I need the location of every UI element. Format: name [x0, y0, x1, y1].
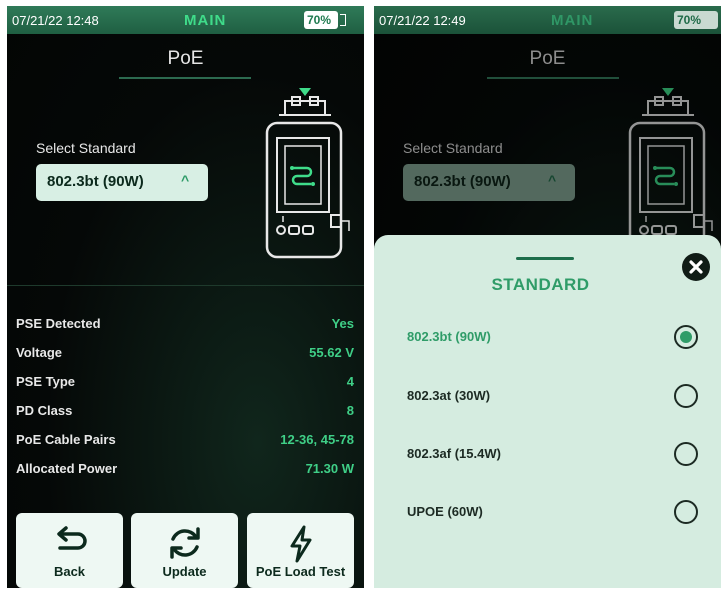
reading-pd-class: PD Class 8: [7, 399, 364, 423]
radio-button[interactable]: [674, 384, 698, 408]
reading-value: Yes: [331, 316, 354, 331]
reading-value: 12-36, 45-78: [280, 432, 354, 447]
update-button[interactable]: Update: [131, 513, 238, 588]
reading-pse-type: PSE Type 4: [7, 370, 364, 394]
chevron-up-icon: ^: [181, 172, 190, 188]
sheet-title: STANDARD: [491, 275, 590, 294]
reading-label: PoE Cable Pairs: [16, 432, 116, 447]
close-icon: [689, 260, 703, 274]
status-mode: MAIN: [184, 12, 227, 29]
battery-icon: 70%: [304, 11, 338, 29]
standard-option-802-3bt[interactable]: 802.3bt (90W): [374, 317, 721, 357]
reading-value: 71.30 W: [305, 461, 354, 476]
reading-voltage: Voltage 55.62 V: [7, 341, 364, 365]
lightning-bolt-icon: [290, 525, 311, 563]
standard-bottom-sheet: STANDARD 802.3bt (90W) 802.3at (30W) 802…: [374, 235, 721, 588]
standard-select-value: 802.3bt (90W): [47, 173, 144, 190]
status-bar: 07/21/22 12:49 MAIN 70%: [374, 6, 721, 34]
battery-icon: 70%: [674, 11, 718, 29]
title-underline: [119, 77, 251, 79]
reading-value: 4: [346, 374, 354, 389]
close-button[interactable]: [682, 253, 710, 281]
radio-dot: [680, 331, 692, 343]
reading-label: PSE Detected: [16, 316, 101, 331]
poe-load-test-label: PoE Load Test: [255, 564, 346, 579]
option-label: 802.3bt (90W): [407, 329, 491, 344]
reading-cable-pairs: PoE Cable Pairs 12-36, 45-78: [7, 428, 364, 452]
radio-button[interactable]: [674, 442, 698, 466]
status-time: 07/21/22 12:49: [379, 13, 466, 28]
reading-label: PSE Type: [16, 374, 76, 389]
reading-value: 8: [346, 403, 354, 418]
battery-tip: [340, 14, 346, 26]
poe-screen-main: 07/21/22 12:48 MAIN 70% PoE Select Stand…: [7, 6, 364, 588]
update-button-label: Update: [162, 564, 207, 579]
status-mode: MAIN: [551, 12, 594, 29]
standard-option-802-3at[interactable]: 802.3at (30W): [374, 376, 721, 416]
standard-option-802-3af[interactable]: 802.3af (15.4W): [374, 434, 721, 474]
poe-load-test-button[interactable]: PoE Load Test: [247, 513, 354, 588]
reading-value: 55.62 V: [309, 345, 354, 360]
standard-option-upoe[interactable]: UPOE (60W): [374, 492, 721, 532]
page-title: PoE: [167, 48, 204, 69]
back-button-label: Back: [53, 564, 86, 579]
back-arrow-icon: [56, 526, 87, 550]
radio-button-selected[interactable]: [674, 325, 698, 349]
status-time: 07/21/22 12:48: [12, 13, 99, 28]
option-label: 802.3at (30W): [407, 388, 491, 403]
reading-allocated-power: Allocated Power 71.30 W: [7, 457, 364, 481]
reading-label: Allocated Power: [16, 461, 118, 476]
reading-label: Voltage: [16, 345, 62, 360]
select-standard-label: Select Standard: [36, 140, 136, 156]
status-bar: 07/21/22 12:48 MAIN 70%: [7, 6, 364, 34]
option-label: UPOE (60W): [407, 504, 483, 519]
standard-select[interactable]: 802.3bt (90W) ^: [36, 164, 208, 201]
section-divider: [7, 285, 364, 286]
tester-device-icon: [265, 88, 351, 259]
refresh-icon: [169, 527, 200, 559]
reading-pse-detected: PSE Detected Yes: [7, 312, 364, 336]
radio-button[interactable]: [674, 500, 698, 524]
sheet-drag-handle[interactable]: [516, 257, 574, 260]
poe-screen-standard-picker: 07/21/22 12:49 MAIN 70% PoE Select Stand…: [374, 6, 721, 588]
back-button[interactable]: Back: [16, 513, 123, 588]
reading-label: PD Class: [16, 403, 73, 418]
option-label: 802.3af (15.4W): [407, 446, 501, 461]
